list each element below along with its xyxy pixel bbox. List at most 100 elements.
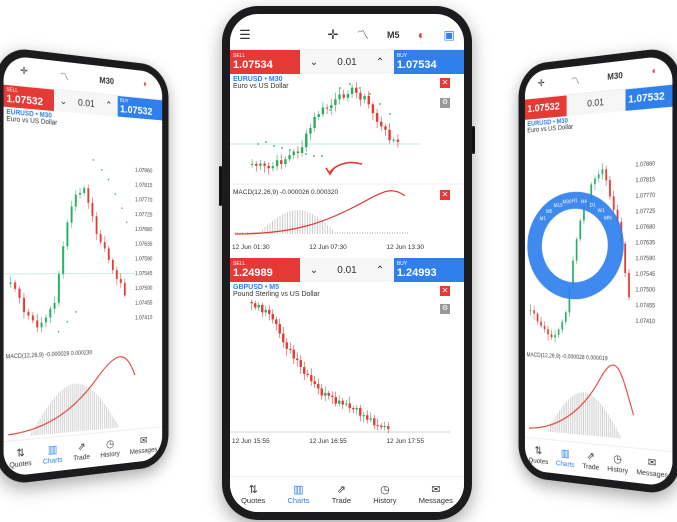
timeframe-option[interactable]: D1 [590,202,596,208]
buy-button[interactable]: 1.07532 [625,84,673,111]
eurusd-candle [371,104,375,114]
tab-quotes[interactable]: ⇅ Quotes [241,484,265,505]
hamburger-icon[interactable]: ☰ [239,27,251,43]
sell-button[interactable]: SELL 1.07532 [3,84,55,112]
tab-history[interactable]: ◷ History [607,453,628,475]
object-icon[interactable]: ◐ [418,28,425,42]
buy-button[interactable]: BUY 1.24993 [393,258,464,282]
volume-control[interactable]: ⌄ 0.01 ⌃ [300,258,394,282]
bottom-chart-area: GBPUSD • M5 Pound Sterling vs US Dollar … [230,282,464,452]
macd-label: MACD(12,26,9) -0.000028 0.000019 [527,352,608,362]
eurusd-candle [375,113,379,122]
sell-button[interactable]: SELL 1.24989 [230,258,301,282]
price-line [4,273,135,274]
chevron-down-icon[interactable]: ⌄ [60,96,67,107]
time-label: 12 Jun 01:30 [232,244,270,251]
center-screen: ☰ ✛ 〽 M5 ◐ ▣ SELL 1.07534 ⌄ 0.01 ⌃ BUY 1.075… [230,14,464,512]
chevron-up-icon[interactable]: ⌃ [105,100,112,111]
charts-icon: ▥ [560,447,570,460]
eurusd-candle [22,297,25,312]
indicator-icon[interactable]: 〽 [571,72,579,87]
tab-charts[interactable]: ▥ Charts [556,447,574,469]
tab-label: History [100,448,120,460]
price-tick: 1.07635 [635,240,655,247]
tab-trade[interactable]: ⇗ Trade [73,441,90,462]
buy-button[interactable]: BUY 1.07534 [393,50,464,74]
tab-trade[interactable]: ⇗ Trade [332,484,351,505]
sell-button[interactable]: 1.07532 [524,95,567,120]
crosshair-icon[interactable]: ✛ [20,66,28,78]
price-tick: 1.07680 [135,227,153,233]
chevron-down-icon[interactable]: ⌄ [310,57,318,68]
timeframe-option[interactable]: H1 [572,198,578,204]
bottom-price-chart[interactable] [230,282,464,442]
timeframe-button[interactable]: M5 [387,30,400,40]
crosshair-icon[interactable]: ✛ [327,27,338,43]
buy-price: 1.24993 [396,267,437,279]
trade-icon[interactable]: ▣ [443,28,454,42]
chevron-up-icon[interactable]: ⌃ [376,57,384,68]
eurusd-candle [300,147,304,153]
object-icon[interactable]: ◐ [143,79,148,90]
tab-history[interactable]: ◷ History [373,484,396,505]
time-label: 12 Jun 17:55 [386,438,424,445]
tab-charts[interactable]: ▥ Charts [42,443,63,466]
quotes-icon: ⇅ [16,447,25,460]
right-price-chart[interactable]: 1.07860 1.07815 1.07770 1.07725 1.07680 1.076… [525,145,672,484]
top-price-chart[interactable] [230,74,464,254]
eurusd-candle [255,163,258,166]
gbpusd-candle [306,373,309,376]
chevron-down-icon[interactable]: ⌄ [310,265,318,276]
tab-messages[interactable]: ✉ Messages [130,434,158,456]
timeframe-option[interactable]: MN [604,216,612,222]
crosshair-icon[interactable]: ✛ [538,78,545,89]
parabolic-sar-dot [57,330,60,333]
tab-label: Quotes [241,496,266,505]
timeframe-button[interactable]: M30 [99,75,114,86]
eurusd-candle [359,92,362,100]
tab-trade[interactable]: ⇗ Trade [582,450,599,471]
eurusd-candle [554,334,556,338]
timeframe-option[interactable]: W1 [598,208,605,214]
timeframe-option[interactable]: M1 [540,216,546,222]
eurusd-candle [342,94,345,98]
gbpusd-candle [331,395,334,397]
tab-charts[interactable]: ▥ Charts [287,484,309,505]
eurusd-candle [99,234,102,243]
tab-quotes[interactable]: ⇅ Quotes [529,445,549,466]
indicator-icon[interactable]: 〽 [357,26,369,43]
parabolic-sar-dot [281,147,283,149]
tab-quotes[interactable]: ⇅ Quotes [9,446,31,469]
time-label: 12 Jun 13:30 [386,244,424,251]
app-showcase: ✛ 〽 M30 ◐ SELL 1.07532 ⌄ 0.01 ⌃ BUY 1.07532 … [0,0,677,522]
gbpusd-candle [348,403,351,409]
indicator-icon[interactable]: 〽 [60,68,69,84]
object-icon[interactable]: ◐ [652,66,658,77]
tab-label: Charts [42,454,63,466]
parabolic-sar-dot [329,109,331,111]
chevron-up-icon[interactable]: ⌃ [376,265,384,276]
tab-messages[interactable]: ✉ Messages [419,484,453,505]
timeframe-option[interactable]: M30 [562,199,571,205]
gbpusd-candle [317,384,320,389]
eurusd-candle [350,87,354,95]
timeframe-button[interactable]: M30 [607,70,623,81]
parabolic-sar-dot [107,178,110,181]
tab-history[interactable]: ◷ History [100,438,120,460]
parabolic-sar-dot [389,113,391,115]
price-tick: 1.07455 [635,303,655,310]
timeframe-option[interactable]: M15 [554,203,563,209]
timeframe-option[interactable]: H4 [581,199,587,205]
sell-button[interactable]: SELL 1.07534 [230,50,301,74]
timeframe-option[interactable]: M5 [546,209,552,215]
buy-button[interactable]: BUY 1.07532 [117,95,163,121]
eurusd-candle [363,95,366,100]
eurusd-candle [392,139,395,141]
gbpusd-candle [345,403,348,405]
eurusd-candle [321,107,325,115]
volume-control[interactable]: ⌄ 0.01 ⌃ [300,50,394,74]
tab-messages[interactable]: ✉ Messages [636,456,668,480]
left-price-chart[interactable]: 1.07860 1.07815 1.07770 1.07725 1.07680 1.076… [4,145,163,474]
eurusd-candle [9,282,12,284]
price-tick: 1.07815 [635,177,655,184]
